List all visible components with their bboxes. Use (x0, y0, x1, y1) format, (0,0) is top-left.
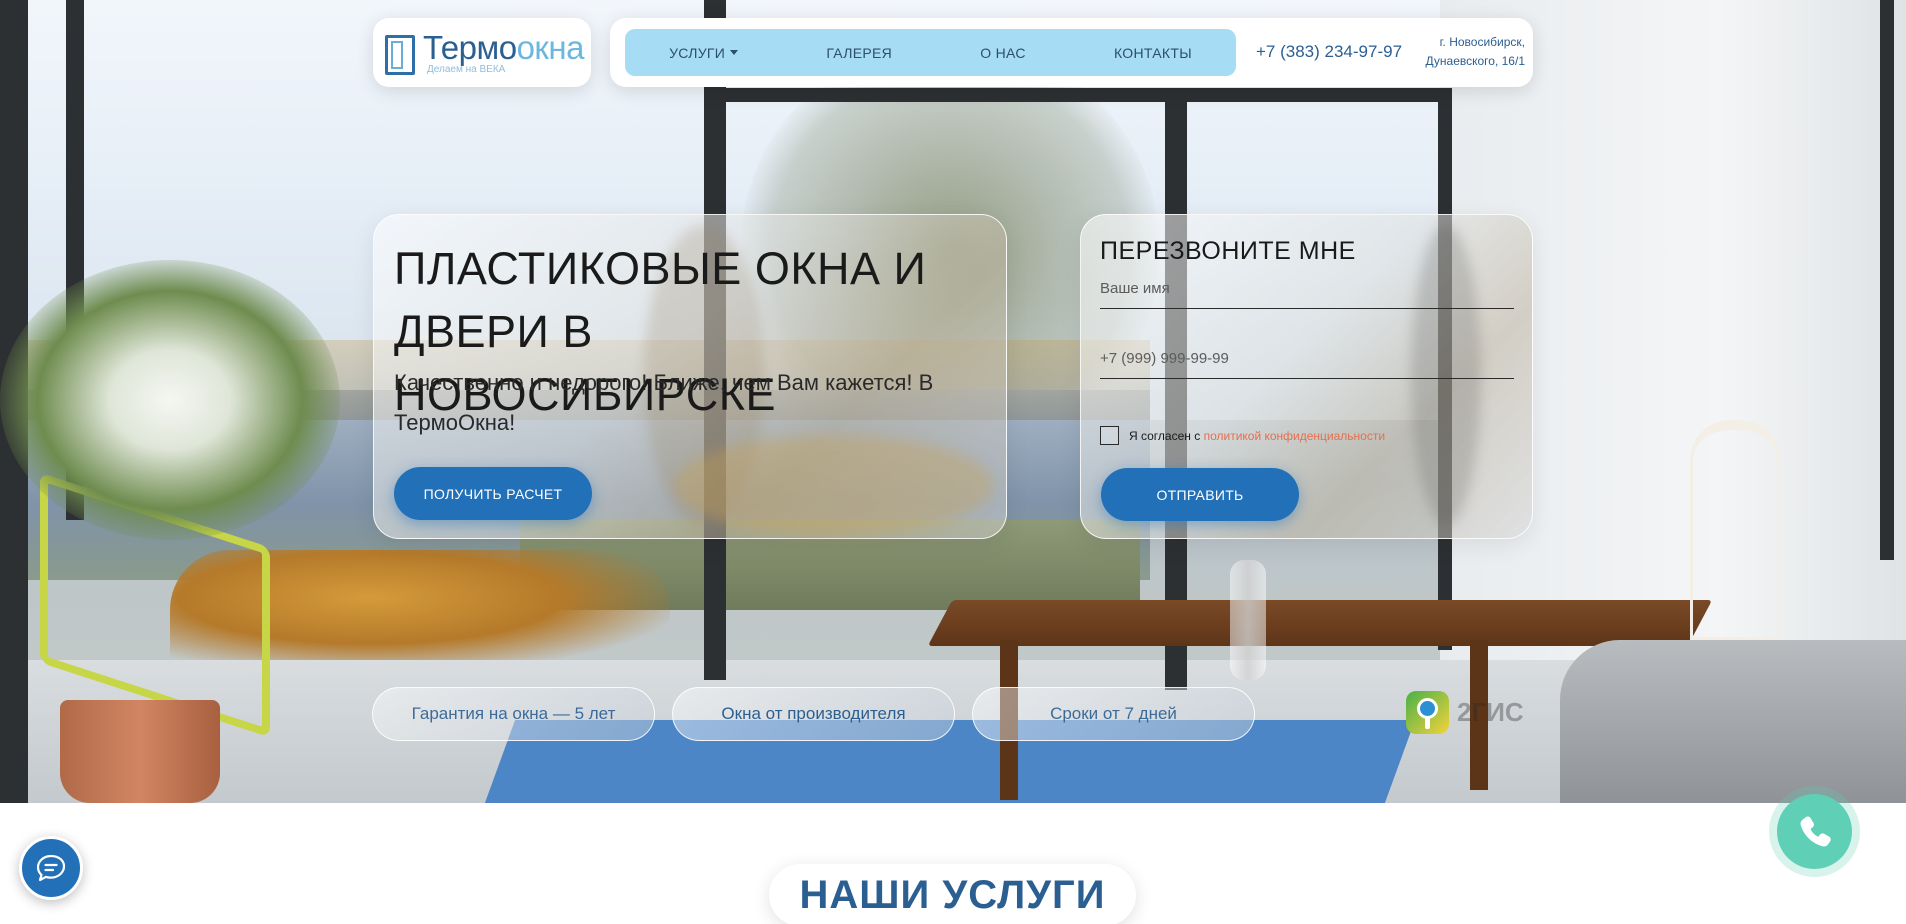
nav-item-label: УСЛУГИ (669, 44, 726, 61)
nav-item-label: О НАС (980, 44, 1026, 61)
background-sofa (1560, 640, 1906, 803)
hero-subtitle: Качественно и недорого! Ближе, чем Вам к… (394, 370, 934, 435)
call-button[interactable] (1777, 794, 1852, 869)
phone-field[interactable] (1100, 339, 1514, 379)
get-estimate-button[interactable]: ПОЛУЧИТЬ РАСЧЕТ (394, 467, 592, 520)
window-frame (1880, 0, 1894, 560)
header-bar: УСЛУГИ ГАЛЕРЕЯ О НАС КОНТАКТЫ +7 (383) 2… (610, 18, 1533, 87)
phone-handset-icon (1800, 815, 1831, 846)
consent-row: Я согласен с политикой конфиденциальност… (1100, 426, 1385, 445)
nav-item-services[interactable]: УСЛУГИ (669, 44, 739, 61)
address-line2: Дунаевского, 16/1 (1425, 54, 1525, 68)
background-vase (1230, 560, 1266, 680)
nav-item-label: КОНТАКТЫ (1113, 44, 1192, 61)
chat-button[interactable] (19, 836, 83, 900)
chat-bubble-icon (36, 854, 66, 882)
consent-label: Я согласен с политикой конфиденциальност… (1129, 429, 1385, 443)
nav-item-gallery[interactable]: ГАЛЕРЕЯ (826, 45, 892, 61)
2gis-pin-icon (1406, 691, 1449, 734)
background-table (927, 600, 1713, 646)
feature-pill-warranty: Гарантия на окна — 5 лет (372, 687, 655, 741)
feature-label: Сроки от 7 дней (1050, 704, 1177, 723)
address-line1: г. Новосибирск, (1439, 35, 1525, 49)
logo[interactable]: Термоокна Делаем на ВЕКА (373, 18, 591, 87)
2gis-text: 2ГИС (1457, 697, 1524, 727)
nav-item-label: ГАЛЕРЕЯ (826, 44, 893, 61)
header-address: г. Новосибирск, Дунаевского, 16/1 (1410, 33, 1525, 71)
window-frame (726, 88, 1452, 102)
consent-text: Я согласен с (1129, 428, 1201, 443)
feature-label: Гарантия на окна — 5 лет (411, 704, 616, 723)
logo-name: Термоокна (423, 31, 584, 64)
header-phone-link[interactable]: +7 (383) 234-97-97 (1256, 42, 1402, 62)
background-stand (1690, 420, 1780, 640)
section-title: НАШИ УСЛУГИ (799, 872, 1106, 917)
hero-card: ПЛАСТИКОВЫЕ ОКНА И ДВЕРИ В НОВОСИБИРСКЕ … (373, 214, 1007, 539)
logo-name-part2: окна (516, 28, 585, 66)
logo-tagline: Делаем на ВЕКА (427, 63, 506, 75)
consent-checkbox[interactable] (1100, 426, 1119, 445)
window-logo-icon (383, 29, 419, 77)
2gis-link[interactable]: 2ГИС (1406, 691, 1524, 734)
main-nav: УСЛУГИ ГАЛЕРЕЯ О НАС КОНТАКТЫ (625, 29, 1236, 76)
feature-label: Окна от производителя (721, 704, 906, 723)
background-plant (0, 260, 340, 540)
form-title: ПЕРЕЗВОНИТЕ МНЕ (1100, 237, 1356, 265)
submit-button[interactable]: ОТПРАВИТЬ (1101, 468, 1299, 521)
nav-item-about[interactable]: О НАС (980, 45, 1026, 61)
logo-name-part1: Термо (423, 28, 517, 66)
glass-blur (674, 435, 994, 535)
privacy-policy-link[interactable]: политикой конфиденциальности (1204, 429, 1385, 443)
background-pot (60, 700, 220, 803)
services-section-header: НАШИ УСЛУГИ (769, 864, 1136, 924)
callback-form: ПЕРЕЗВОНИТЕ МНЕ Я согласен с политикой к… (1080, 214, 1533, 539)
nav-item-contacts[interactable]: КОНТАКТЫ (1114, 45, 1192, 61)
chevron-down-icon (730, 50, 739, 55)
feature-pill-manufacturer: Окна от производителя (672, 687, 955, 741)
name-field[interactable] (1100, 269, 1514, 309)
feature-pill-terms: Сроки от 7 дней (972, 687, 1255, 741)
